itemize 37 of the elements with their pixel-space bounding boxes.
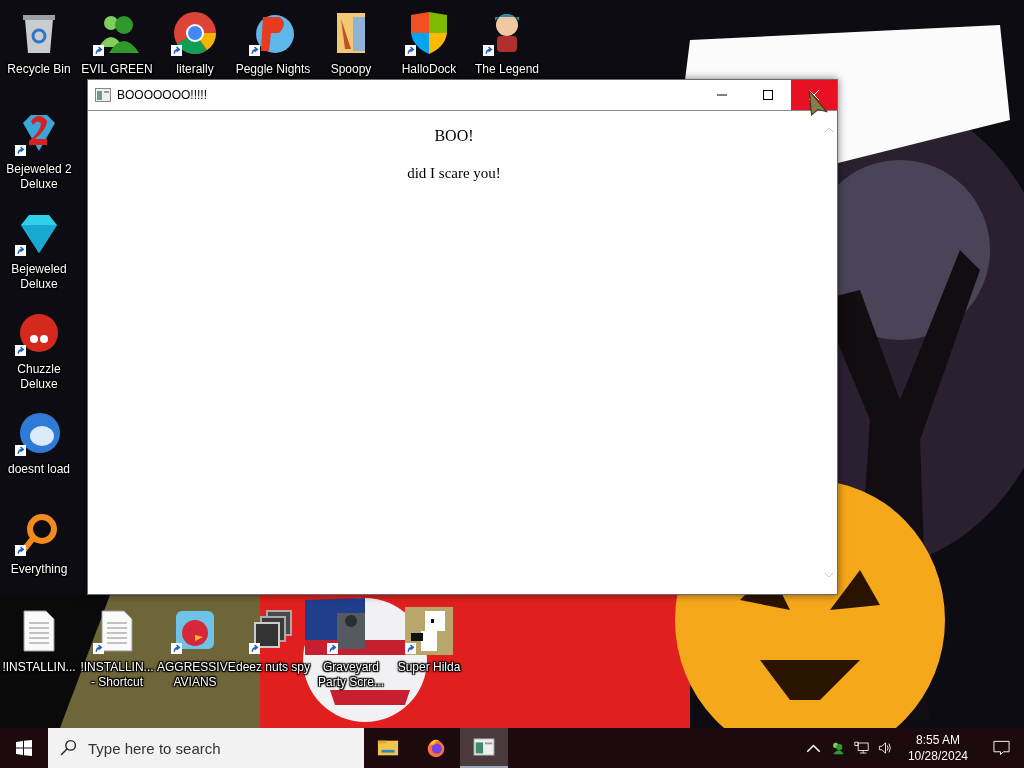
icon-label[interactable]: Bejeweled Deluxe: [1, 262, 77, 292]
close-icon: [809, 90, 819, 100]
icon-label[interactable]: !INSTALLIN... - Shortcut: [79, 660, 155, 690]
icon-label[interactable]: literally: [176, 62, 214, 77]
app-window-button[interactable]: [460, 728, 508, 768]
app-window-icon: [473, 737, 495, 757]
icon-label[interactable]: Spoopy: [330, 62, 372, 77]
folder-icon: [377, 738, 399, 758]
icon-label[interactable]: Everything: [10, 562, 68, 577]
caret-icon[interactable]: [805, 741, 821, 755]
icon-label[interactable]: Recycle Bin: [7, 62, 71, 77]
icon-label[interactable]: doesnt load: [7, 462, 71, 477]
pixel-figure-icon[interactable]: [405, 607, 453, 655]
search-icon: [60, 739, 77, 756]
windows-logo-icon: [16, 740, 32, 756]
window-title: BOOOOOOO!!!!!: [117, 88, 208, 102]
volume-icon[interactable]: [877, 741, 893, 755]
icon-label[interactable]: !INSTALLIN...: [2, 660, 76, 675]
icon-label[interactable]: EVIL GREEN: [81, 62, 153, 77]
clock-date[interactable]: 10/28/2024: [907, 748, 968, 764]
icon-label[interactable]: HalloDock: [401, 62, 457, 77]
icon-label[interactable]: Chuzzle Deluxe: [1, 362, 77, 392]
maximize-icon: [763, 90, 773, 100]
icon-label[interactable]: Graveyard Party Scre...: [313, 660, 389, 690]
icon-label[interactable]: Peggle Nights: [235, 62, 311, 77]
search-field[interactable]: Type here to search: [48, 728, 364, 768]
notification-icon[interactable]: [993, 740, 1010, 756]
heading-text: BOO!: [434, 127, 474, 145]
browser-icon: [425, 738, 447, 758]
cursor-icon: [807, 90, 829, 116]
browser-icon[interactable]: [171, 9, 219, 57]
app-window-icon: [95, 88, 111, 102]
clock-time[interactable]: 8:55 AM: [915, 732, 960, 748]
icon-label[interactable]: The Legend: [474, 62, 540, 77]
message-text: did I scare you!: [407, 165, 501, 182]
icon-label[interactable]: Bejeweled 2 Deluxe: [1, 162, 77, 192]
network-icon[interactable]: [853, 741, 869, 755]
